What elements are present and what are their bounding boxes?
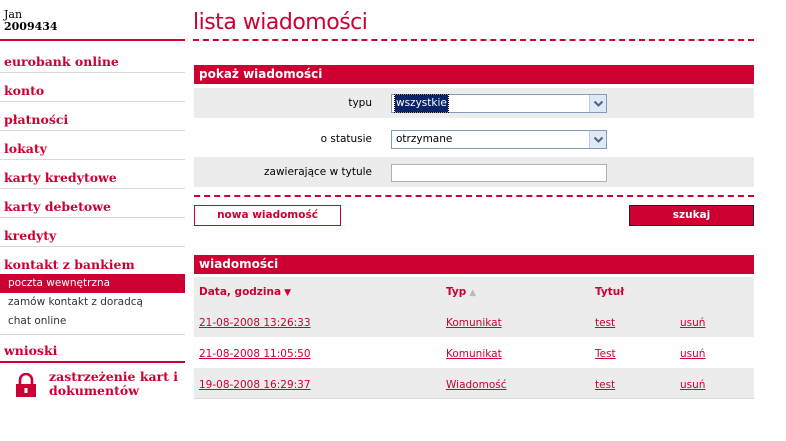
- delete-message-link[interactable]: usuń: [680, 379, 705, 391]
- nav-wnioski[interactable]: wnioski: [4, 343, 57, 358]
- card-block-line2: dokumentów: [49, 383, 139, 398]
- card-block-link[interactable]: zastrzeżenie kart i dokumentów: [49, 370, 178, 398]
- divider: [0, 188, 185, 189]
- nav-platnosci[interactable]: płatności: [4, 112, 68, 127]
- nav-kredyty[interactable]: kredyty: [4, 228, 56, 243]
- message-date-link[interactable]: 21-08-2008 13:26:33: [199, 317, 311, 329]
- divider: [0, 217, 185, 218]
- filter-title-row: zawierające w tytule: [194, 157, 754, 187]
- delete-message-link[interactable]: usuń: [680, 317, 705, 329]
- new-message-button[interactable]: nowa wiadomość: [194, 205, 341, 226]
- filter-header: pokaż wiadomości: [194, 65, 754, 84]
- filter-divider: [194, 195, 754, 197]
- column-header-date-label: Data, godzina: [199, 286, 282, 298]
- message-title-link[interactable]: Test: [595, 348, 616, 360]
- subnav-poczta-wewnetrzna[interactable]: poczta wewnętrzna: [0, 274, 185, 293]
- page-title: lista wiadomości: [193, 10, 368, 35]
- table-row: 19-08-2008 16:29:37 Wiadomość test usuń: [194, 368, 754, 399]
- nav-karty-debetowe[interactable]: karty debetowe: [4, 199, 111, 214]
- filter-status-label: o statusie: [320, 133, 372, 145]
- chevron-down-icon[interactable]: [589, 95, 606, 112]
- nav-lokaty[interactable]: lokaty: [4, 141, 47, 156]
- message-type-link[interactable]: Komunikat: [446, 317, 502, 329]
- delete-message-link[interactable]: usuń: [680, 348, 705, 360]
- sort-desc-icon: ▼: [284, 288, 291, 298]
- user-id: 2009434: [4, 20, 58, 33]
- title-divider: [193, 39, 754, 41]
- nav-eurobank-online[interactable]: eurobank online: [4, 54, 119, 69]
- filter-title-input[interactable]: [391, 164, 607, 182]
- message-title-link[interactable]: test: [595, 317, 615, 329]
- filter-type-value: wszystkie: [394, 94, 449, 113]
- message-date-link[interactable]: 21-08-2008 11:05:50: [199, 348, 311, 360]
- filter-status-value: otrzymane: [396, 133, 453, 145]
- message-type-link[interactable]: Komunikat: [446, 348, 502, 360]
- table-row: 21-08-2008 13:26:33 Komunikat test usuń: [194, 306, 754, 337]
- message-type-link[interactable]: Wiadomość: [446, 379, 507, 391]
- filter-type-row: typu wszystkie: [194, 88, 754, 118]
- column-header-date[interactable]: Data, godzina ▼: [199, 286, 291, 298]
- divider: [0, 334, 185, 335]
- filter-type-label: typu: [348, 97, 372, 109]
- divider: [0, 130, 185, 131]
- filter-status-row: o statusie otrzymane: [194, 124, 754, 154]
- divider: [0, 159, 185, 160]
- column-header-type-label: Typ: [446, 286, 467, 298]
- column-header-type[interactable]: Typ ▲: [446, 286, 476, 298]
- messages-table-header: Data, godzina ▼ Typ ▲ Tytuł: [194, 277, 754, 306]
- divider: [0, 72, 185, 73]
- user-info: Jan 2009434: [4, 9, 58, 33]
- filter-status-select[interactable]: otrzymane: [391, 130, 607, 149]
- message-date-link[interactable]: 19-08-2008 16:29:37: [199, 379, 311, 391]
- nav-karty-kredytowe[interactable]: karty kredytowe: [4, 170, 117, 185]
- messages-header: wiadomości: [194, 255, 754, 274]
- subnav-chat-online[interactable]: chat online: [0, 312, 185, 331]
- message-title-link[interactable]: test: [595, 379, 615, 391]
- filter-title-label: zawierające w tytule: [264, 166, 372, 178]
- subnav-zamow-kontakt[interactable]: zamów kontakt z doradcą: [0, 293, 185, 312]
- divider: [0, 39, 185, 41]
- column-header-title: Tytuł: [595, 286, 625, 298]
- table-row: 21-08-2008 11:05:50 Komunikat Test usuń: [194, 337, 754, 368]
- lock-icon[interactable]: [14, 372, 38, 397]
- nav-konto[interactable]: konto: [4, 83, 44, 98]
- nav-kontakt-z-bankiem[interactable]: kontakt z bankiem: [4, 257, 135, 272]
- divider: [0, 246, 185, 247]
- divider: [0, 101, 185, 102]
- sort-asc-icon: ▲: [469, 288, 477, 298]
- chevron-down-icon[interactable]: [589, 131, 606, 148]
- card-block-line1: zastrzeżenie kart i: [49, 369, 179, 384]
- search-button[interactable]: szukaj: [629, 205, 754, 226]
- filter-type-select[interactable]: wszystkie: [391, 94, 607, 113]
- divider: [0, 361, 185, 363]
